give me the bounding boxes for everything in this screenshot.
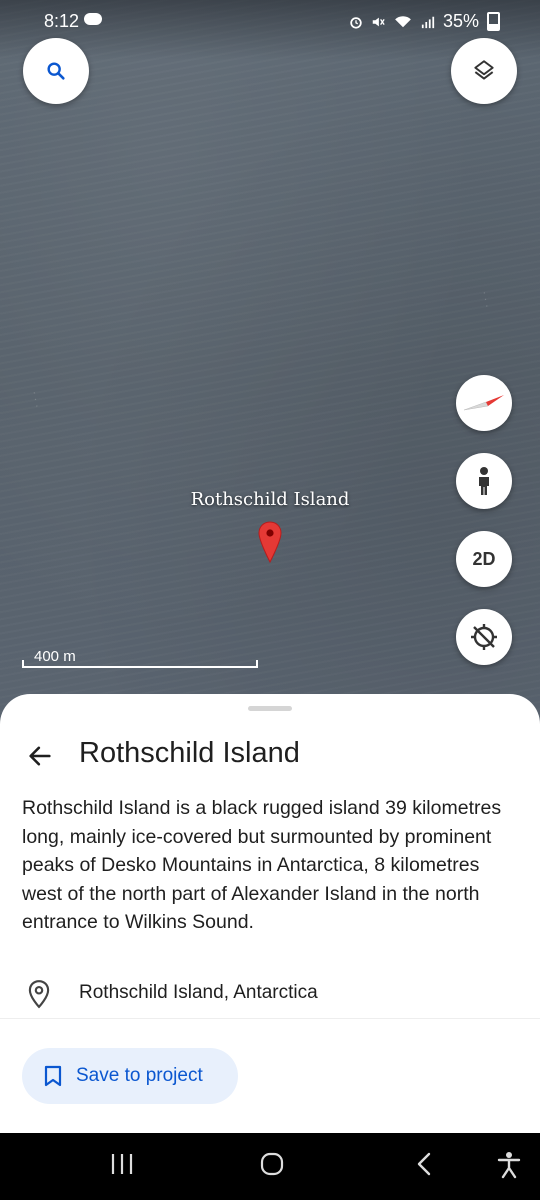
recents-icon[interactable] bbox=[110, 1151, 134, 1177]
search-icon bbox=[47, 62, 65, 80]
battery-icon bbox=[487, 12, 500, 31]
scale-bar bbox=[22, 660, 258, 668]
layers-icon bbox=[474, 60, 494, 80]
my-location-button[interactable] bbox=[456, 609, 512, 665]
place-description: Rothschild Island is a black rugged isla… bbox=[22, 797, 502, 933]
layers-button[interactable] bbox=[451, 38, 517, 104]
location-text: Rothschild Island, Antarctica bbox=[79, 982, 318, 1003]
place-info-sheet[interactable]: Rothschild Island Rothschild Island is a… bbox=[0, 694, 540, 1134]
location-row[interactable]: Rothschild Island, Antarctica bbox=[22, 977, 522, 1011]
alarm-icon bbox=[350, 16, 362, 29]
map-faint-text: · · · bbox=[478, 290, 493, 309]
place-title: Rothschild Island bbox=[79, 737, 300, 769]
accessibility-icon[interactable] bbox=[496, 1151, 522, 1179]
save-to-project-label: Save to project bbox=[76, 1065, 203, 1086]
system-nav-bar bbox=[0, 1133, 540, 1200]
map-place-label[interactable]: Rothschild Island bbox=[0, 489, 540, 510]
map-pin-icon[interactable] bbox=[256, 520, 284, 564]
home-icon[interactable] bbox=[259, 1151, 285, 1177]
mute-icon bbox=[372, 17, 385, 26]
search-button[interactable] bbox=[23, 38, 89, 104]
map-faint-text: · · · bbox=[28, 390, 43, 409]
back-icon[interactable] bbox=[414, 1151, 434, 1177]
location-pin-icon bbox=[28, 980, 50, 1009]
view-mode-button[interactable]: 2D bbox=[456, 531, 512, 587]
back-button[interactable] bbox=[22, 738, 58, 774]
signal-icon bbox=[421, 16, 435, 28]
divider bbox=[0, 1018, 540, 1019]
sheet-drag-handle[interactable] bbox=[248, 706, 292, 711]
status-time: 8:12 bbox=[44, 11, 80, 31]
bookmark-icon bbox=[44, 1065, 62, 1087]
save-to-project-button[interactable]: Save to project bbox=[22, 1048, 238, 1104]
status-bar: 8:12 35% bbox=[0, 0, 540, 44]
status-icons: 35% bbox=[349, 11, 500, 32]
wifi-icon bbox=[395, 15, 411, 27]
arrow-left-icon bbox=[29, 746, 51, 766]
compass-icon bbox=[463, 395, 504, 411]
battery-percent: 35% bbox=[442, 11, 479, 31]
map-scale: 400 m bbox=[22, 648, 258, 668]
location-icon bbox=[471, 624, 497, 650]
compass-button[interactable] bbox=[456, 375, 512, 431]
cloud-sync-icon bbox=[84, 13, 102, 25]
